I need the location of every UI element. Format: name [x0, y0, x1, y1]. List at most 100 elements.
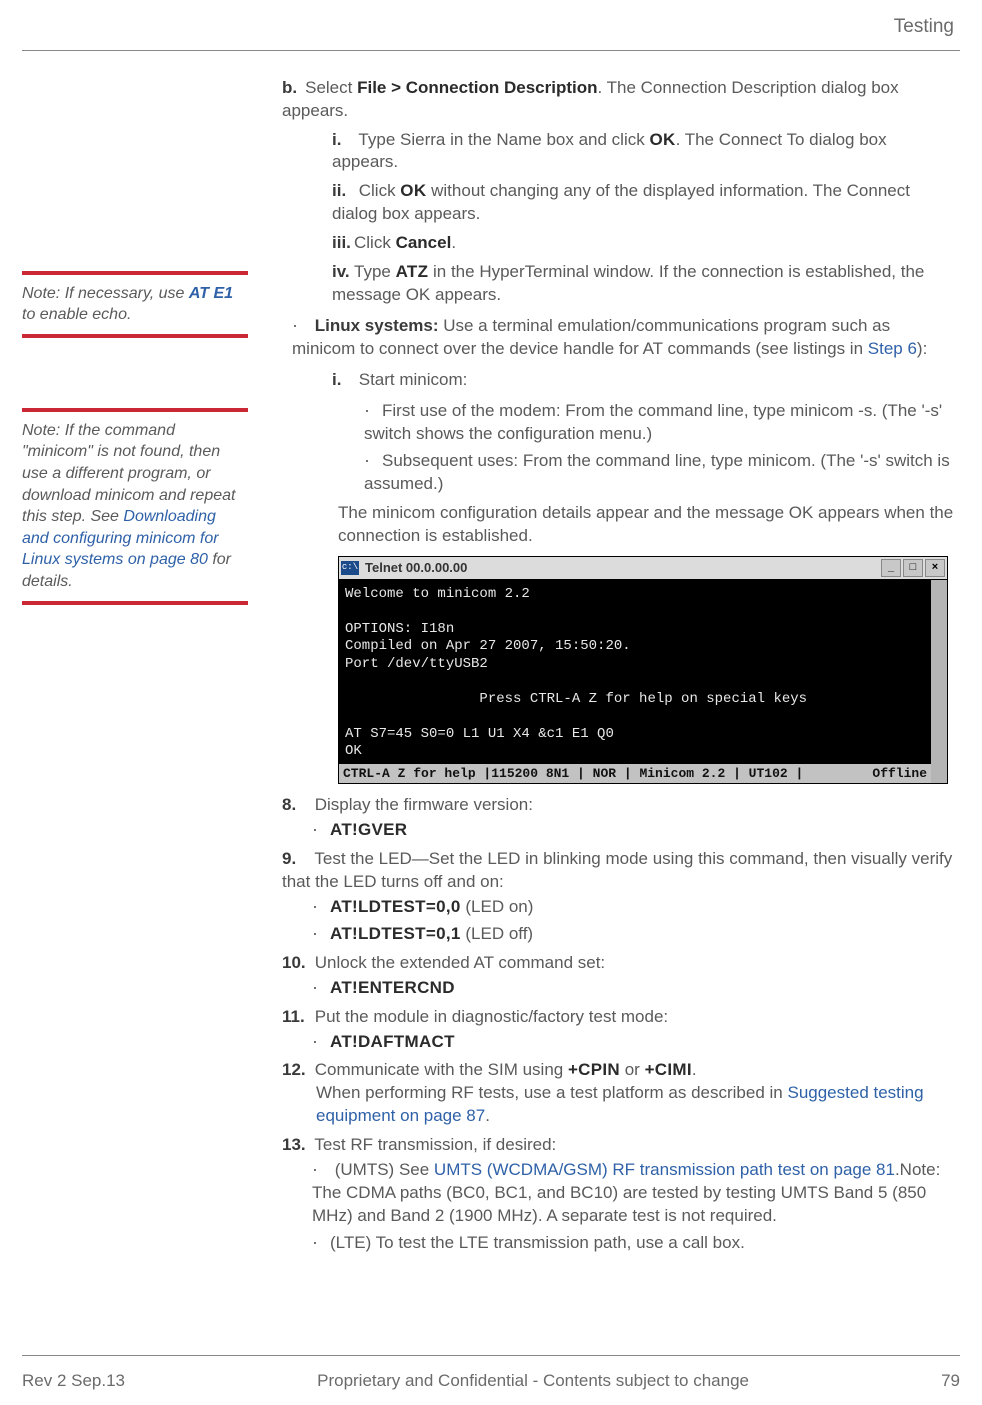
sidenote-echo: Note: If necessary, use AT E1 to enable …	[22, 271, 248, 338]
step-8-t: Display the firmware version:	[315, 795, 533, 814]
step-11-cmd-t: AT!DAFTMACT	[330, 1032, 455, 1051]
step-13-umts1: (UMTS) See	[335, 1160, 434, 1179]
linux-intro: Linux systems: Use a terminal emulation/…	[292, 313, 954, 361]
header-rule	[22, 50, 960, 51]
step-9-mark: 9.	[282, 848, 310, 871]
linux-i-mark: i.	[332, 369, 354, 392]
step-13-lte: (LTE) To test the LTE transmission path,…	[312, 1230, 954, 1255]
step-8-cmd-t: AT!GVER	[330, 820, 407, 839]
step-11: 11. Put the module in diagnostic/factory…	[282, 1006, 954, 1054]
terminal-window: c:\ Telnet 00.0.00.00 _ □ × Welcome to m…	[338, 556, 948, 785]
step-10-cmd: AT!ENTERCND	[312, 975, 954, 1000]
roman-iii-mark: iii.	[332, 232, 354, 255]
roman-i-mark: i.	[332, 129, 354, 152]
linux-first-t: First use of the modem: From the command…	[364, 401, 942, 443]
step-b-t1: Select	[305, 78, 357, 97]
roman-i: i. Type Sierra in the Name box and click…	[332, 129, 954, 175]
step-11-cmd: AT!DAFTMACT	[312, 1029, 954, 1054]
terminal-statusbar: CTRL-A Z for help |115200 8N1 | NOR | Mi…	[339, 763, 931, 784]
roman-list: i. Type Sierra in the Name box and click…	[332, 129, 954, 308]
step-13-mark: 13.	[282, 1134, 310, 1157]
step-10: 10. Unlock the extended AT command set: …	[282, 952, 954, 1000]
terminal-status-left: CTRL-A Z for help |115200 8N1 | NOR | Mi…	[343, 765, 803, 783]
linux-after: The minicom configuration details appear…	[338, 502, 954, 548]
close-button[interactable]: ×	[925, 559, 945, 577]
step-11-t: Put the module in diagnostic/factory tes…	[315, 1007, 668, 1026]
step-9-cmd2-s: (LED off)	[461, 924, 533, 943]
step-12-mid: or	[620, 1060, 645, 1079]
terminal-titlebar: c:\ Telnet 00.0.00.00 _ □ ×	[339, 557, 947, 580]
roman-iv-ui: ATZ	[396, 262, 429, 281]
linux-sublist: First use of the modem: From the command…	[364, 398, 954, 496]
linux-intro-link[interactable]: Step 6	[868, 339, 917, 358]
footer-page-number: 79	[941, 1370, 960, 1393]
roman-i-t: Type Sierra in the Name box and click	[358, 130, 649, 149]
step-12-line2: When performing RF tests, use a test pla…	[316, 1082, 954, 1128]
step-12-t2: .	[692, 1060, 697, 1079]
sidenote-minicom: Note: If the command "minicom" is not fo…	[22, 408, 248, 605]
linux-intro-bold: Linux systems:	[315, 316, 439, 335]
roman-iii-t2: .	[451, 233, 456, 252]
sidenote-echo-prefix: Note: If necessary, use	[22, 285, 189, 302]
step-9-cmd2-t: AT!LDTEST=0,1	[330, 924, 461, 943]
sidenote-echo-suffix: to enable echo.	[22, 306, 131, 323]
step-9-cmd2: AT!LDTEST=0,1 (LED off)	[312, 921, 954, 946]
step-12-c1: +CPIN	[568, 1060, 620, 1079]
step-13-umts: (UMTS) See UMTS (WCDMA/GSM) RF transmiss…	[312, 1157, 954, 1228]
roman-ii-t: Click	[359, 181, 401, 200]
linux-intro-item: Linux systems: Use a terminal emulation/…	[292, 313, 954, 361]
linux-i-t: Start minicom:	[359, 370, 468, 389]
minimize-button[interactable]: _	[881, 559, 901, 577]
roman-iii: iii.Click Cancel.	[332, 232, 954, 255]
step-8-cmd: AT!GVER	[312, 817, 954, 842]
linux-sub-t: Subsequent uses: From the command line, …	[364, 451, 950, 493]
step-b-marker: b.	[282, 78, 297, 97]
page-header-section: Testing	[22, 14, 954, 40]
step-12-t4: .	[485, 1106, 490, 1125]
main-content: b.Select File > Connection Description. …	[274, 77, 960, 1261]
step-b: b.Select File > Connection Description. …	[282, 77, 954, 123]
step-11-mark: 11.	[282, 1006, 310, 1029]
step-9-cmd1-t: AT!LDTEST=0,0	[330, 897, 461, 916]
page-footer: Rev 2 Sep.13 Proprietary and Confidentia…	[22, 1355, 960, 1393]
roman-iv-t: Type	[354, 262, 396, 281]
roman-ii: ii. Click OK without changing any of the…	[332, 180, 954, 226]
terminal-status-right: Offline	[872, 765, 927, 783]
roman-iii-ui: Cancel	[396, 233, 452, 252]
roman-iv-mark: iv.	[332, 261, 354, 284]
step-13: 13. Test RF transmission, if desired: (U…	[282, 1134, 954, 1255]
numbered-steps: 8. Display the firmware version: AT!GVER…	[274, 794, 954, 1255]
sidebar-notes: Note: If necessary, use AT E1 to enable …	[22, 77, 248, 1261]
linux-sub: Subsequent uses: From the command line, …	[364, 448, 954, 496]
maximize-button[interactable]: □	[903, 559, 923, 577]
step-13-umtslink[interactable]: UMTS (WCDMA/GSM) RF transmission path te…	[434, 1160, 895, 1179]
roman-i-ui: OK	[649, 130, 675, 149]
linux-i-row: i. Start minicom:	[332, 369, 954, 392]
roman-ii-ui: OK	[400, 181, 426, 200]
step-8-mark: 8.	[282, 794, 310, 817]
step-9-cmd1: AT!LDTEST=0,0 (LED on)	[312, 894, 954, 919]
step-13-t: Test RF transmission, if desired:	[314, 1135, 556, 1154]
step-10-t: Unlock the extended AT command set:	[315, 953, 605, 972]
footer-center: Proprietary and Confidential - Contents …	[317, 1370, 749, 1393]
step-13-lte-t: (LTE) To test the LTE transmission path,…	[330, 1233, 745, 1252]
footer-left: Rev 2 Sep.13	[22, 1370, 125, 1393]
linux-intro-t2: ):	[917, 339, 927, 358]
linux-i: i. Start minicom:	[332, 369, 954, 392]
terminal-scrollbar[interactable]	[931, 580, 947, 784]
roman-iii-t: Click	[354, 233, 396, 252]
step-12-c2: +CIMI	[645, 1060, 692, 1079]
terminal-title: Telnet 00.0.00.00	[365, 559, 467, 577]
step-9-t: Test the LED—Set the LED in blinking mod…	[282, 849, 952, 891]
step-10-cmd-t: AT!ENTERCND	[330, 978, 455, 997]
terminal-body: Welcome to minicom 2.2 OPTIONS: I18n Com…	[339, 580, 931, 763]
step-b-ui: File > Connection Description	[357, 78, 597, 97]
step-8: 8. Display the firmware version: AT!GVER	[282, 794, 954, 842]
step-9-cmd1-s: (LED on)	[461, 897, 534, 916]
step-9: 9. Test the LED—Set the LED in blinking …	[282, 848, 954, 946]
terminal-icon: c:\	[341, 561, 359, 575]
roman-ii-mark: ii.	[332, 180, 354, 203]
step-12-mark: 12.	[282, 1059, 310, 1082]
step-10-mark: 10.	[282, 952, 310, 975]
roman-iv: iv.Type ATZ in the HyperTerminal window.…	[332, 261, 954, 307]
